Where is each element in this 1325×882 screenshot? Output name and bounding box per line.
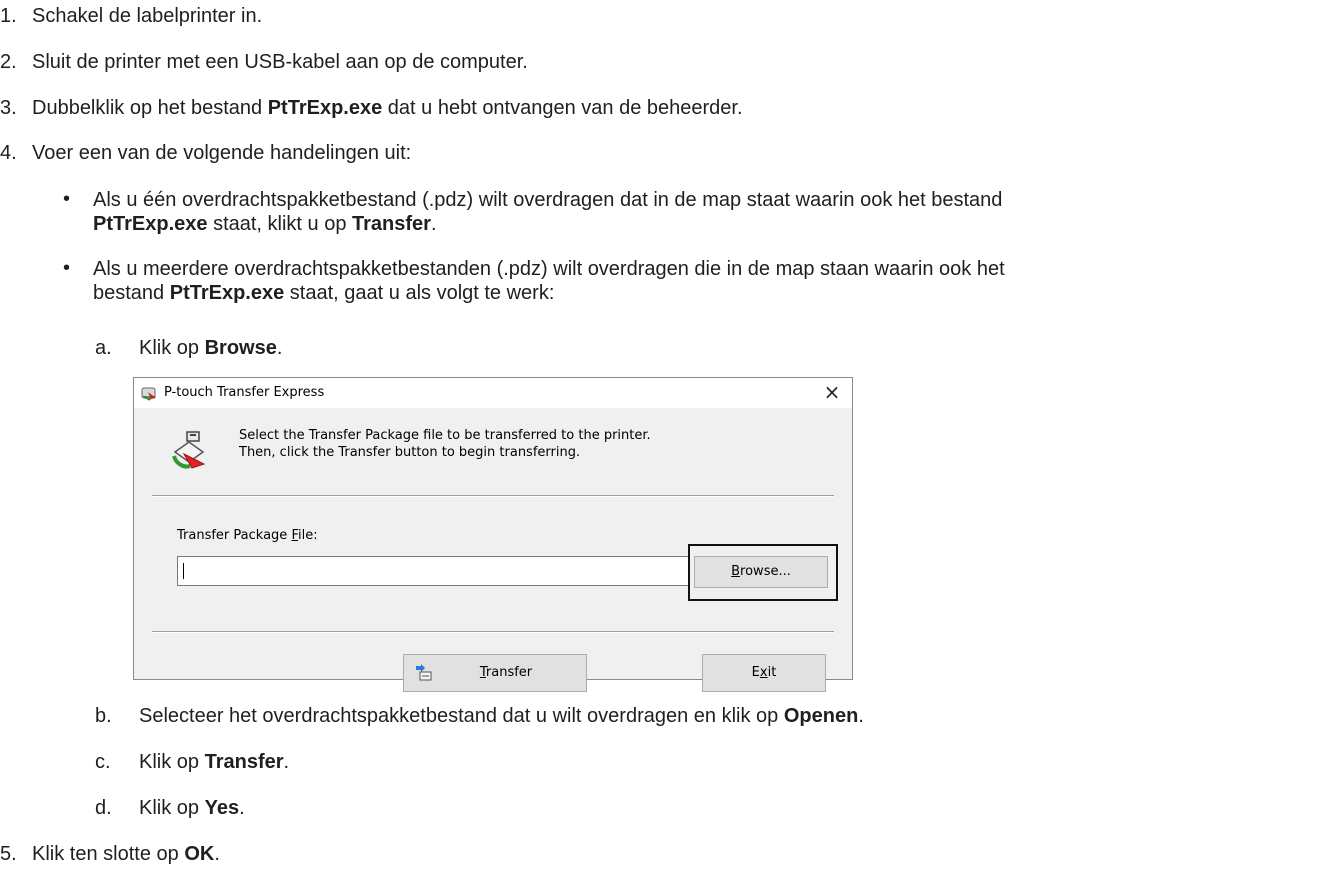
dialog-title: P-touch Transfer Express — [164, 385, 325, 400]
step-number: 4. — [0, 142, 17, 164]
substep-text: Klik op Transfer. — [139, 751, 290, 773]
close-icon[interactable]: × — [820, 380, 844, 404]
browse-button[interactable]: Browse... — [694, 556, 828, 588]
substep-text: Selecteer het overdrachtspakketbestand d… — [139, 705, 864, 727]
step-text: Dubbelklik op het bestand PtTrExp.exe da… — [32, 97, 743, 119]
transfer-icon — [416, 664, 432, 681]
step-number: 1. — [0, 5, 17, 27]
step-text: Voer een van de volgende handelingen uit… — [32, 142, 412, 164]
transfer-package-file-input[interactable] — [177, 556, 690, 586]
title-bar: P-touch Transfer Express × — [134, 378, 852, 408]
filename-bold: PtTrExp.exe — [267, 97, 383, 119]
separator-bottom — [152, 631, 834, 633]
exit-button[interactable]: Exit — [702, 654, 826, 692]
transfer-package-icon — [172, 431, 206, 469]
step-number: 3. — [0, 97, 17, 119]
substep-letter: d. — [95, 797, 112, 819]
step-text: Schakel de labelprinter in. — [32, 5, 263, 27]
dialog-instructions: Select the Transfer Package file to be t… — [239, 428, 651, 460]
bullet-symbol: • — [63, 257, 71, 279]
step-number: 5. — [0, 843, 17, 865]
step-text: Sluit de printer met een USB-kabel aan o… — [32, 51, 528, 73]
substep-text: Klik op Browse. — [139, 337, 283, 359]
bullet-1-text: Als u één overdrachtspakketbestand (.pdz… — [93, 189, 1003, 235]
file-label: Transfer Package File: — [177, 528, 318, 543]
substep-letter: c. — [95, 751, 111, 773]
separator-top — [152, 495, 834, 497]
text-caret — [183, 563, 184, 579]
transfer-express-dialog: P-touch Transfer Express × Select the Tr… — [133, 377, 853, 692]
app-icon — [141, 387, 156, 401]
bullet-2-text: Als u meerdere overdrachtspakketbestande… — [93, 258, 1005, 304]
bullet-symbol: • — [63, 188, 71, 210]
substep-letter: a. — [95, 337, 112, 359]
substep-letter: b. — [95, 705, 112, 727]
substep-text: Klik op Yes. — [139, 797, 245, 819]
step-number: 2. — [0, 51, 17, 73]
transfer-button[interactable]: Transfer — [403, 654, 587, 692]
step-text: Klik ten slotte op OK. — [32, 843, 220, 865]
